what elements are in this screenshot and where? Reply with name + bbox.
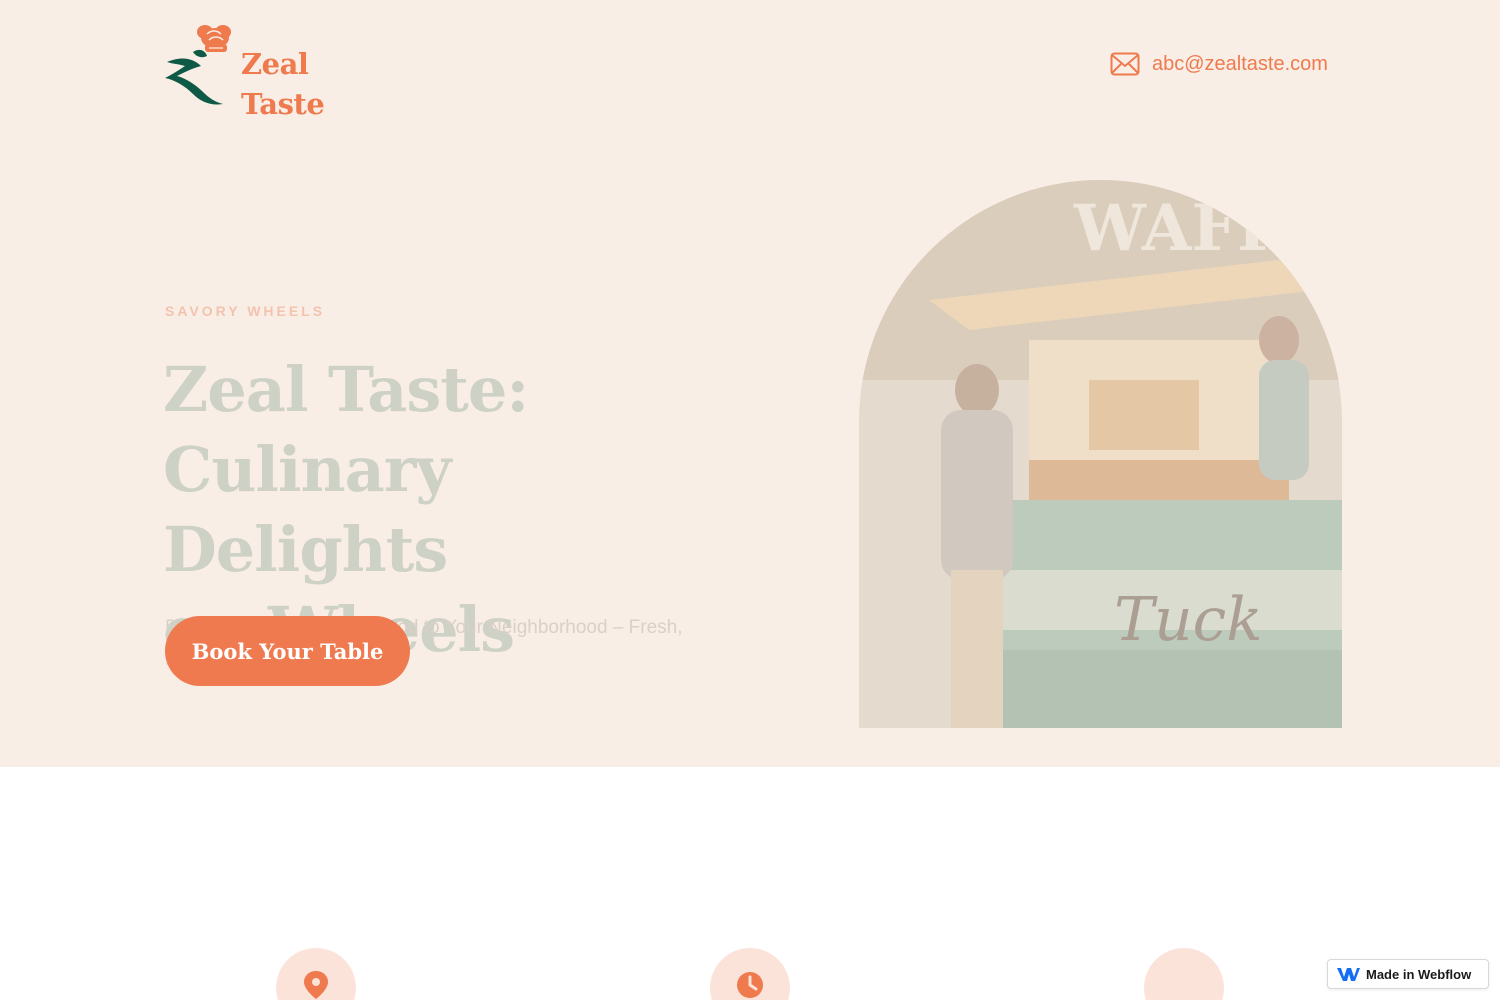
svg-text:WAFFLES: WAFFLES: [1073, 191, 1342, 266]
clock-icon: [737, 972, 763, 998]
badge-label: Made in Webflow: [1366, 966, 1472, 982]
webflow-icon: [1337, 968, 1360, 981]
hero-title-line-1: Zeal Taste:: [163, 353, 529, 426]
hero-title-line-2: Culinary Delights: [163, 433, 451, 586]
brand-logo[interactable]: Zeal Taste: [163, 22, 388, 121]
brand-name: Zeal Taste: [241, 47, 325, 121]
made-in-webflow-badge[interactable]: Made in Webflow: [1327, 959, 1489, 989]
hero-section: Zeal Taste abc@zealtaste.com SAVORY WHEE…: [0, 0, 1500, 767]
book-table-button[interactable]: Book Your Table: [165, 616, 410, 686]
hero-food-truck-image: WAFFLES Tuck: [859, 180, 1342, 728]
contact-email: abc@zealtaste.com: [1152, 52, 1328, 75]
map-pin-icon: [304, 971, 328, 999]
svg-text:Tuck: Tuck: [1114, 585, 1263, 655]
mail-icon: [1110, 52, 1140, 76]
hero-eyebrow: SAVORY WHEELS: [165, 303, 326, 319]
chef-hat-logo-icon: [165, 25, 231, 105]
contact-email-link[interactable]: abc@zealtaste.com: [1110, 48, 1328, 80]
